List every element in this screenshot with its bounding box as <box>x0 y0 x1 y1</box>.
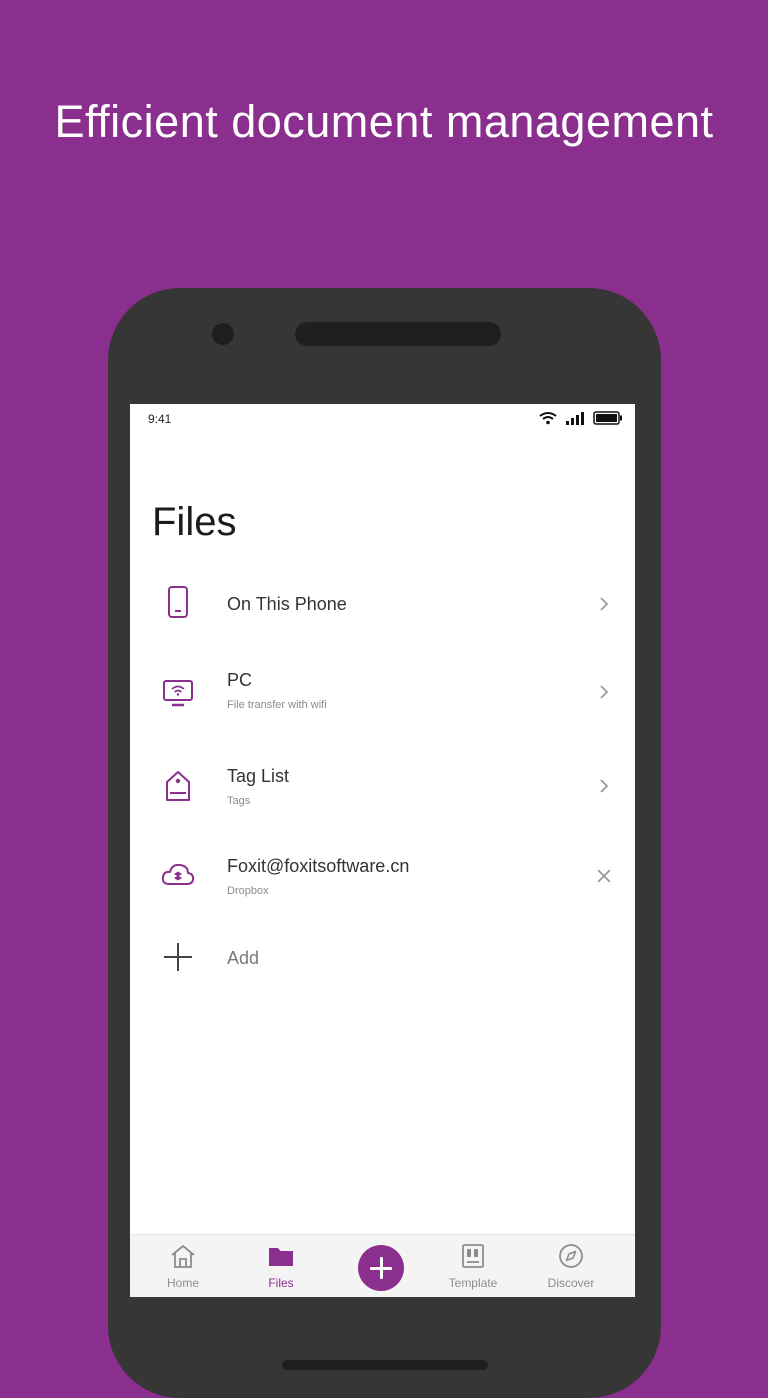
compass-icon <box>559 1244 583 1268</box>
tag-icon <box>166 771 190 801</box>
status-bar: 9:41 <box>130 404 635 434</box>
location-pc[interactable]: PC File transfer with wifi <box>130 654 635 734</box>
camera-dot <box>212 323 234 345</box>
folder-icon <box>269 1248 293 1266</box>
cloud-dropbox-icon <box>161 863 195 885</box>
plus-icon <box>164 943 192 971</box>
status-icons <box>539 411 623 425</box>
add-label: Add <box>227 948 260 968</box>
add-location-button[interactable]: Add <box>130 929 635 1009</box>
location-tag-list[interactable]: Tag List Tags <box>130 744 635 824</box>
location-title: PC <box>227 670 253 690</box>
template-icon <box>462 1244 484 1268</box>
promo-headline: Efficient document management <box>54 96 714 147</box>
nav-tab-files[interactable]: Files <box>236 1235 326 1297</box>
phone-icon <box>168 586 188 618</box>
speaker-grill <box>295 322 501 346</box>
nav-tab-discover[interactable]: Discover <box>526 1235 616 1297</box>
location-dropbox-account[interactable]: Foxit@foxitsoftware.cn Dropbox <box>130 834 635 914</box>
location-title: Foxit@foxitsoftware.cn <box>227 856 410 876</box>
bottom-nav: Home Files Template Discover <box>130 1234 635 1297</box>
location-subtitle: Tags <box>227 795 251 807</box>
phone-screen: 9:41 Files On This Phone PC File transfe… <box>130 404 635 1297</box>
create-fab-button[interactable] <box>358 1245 404 1291</box>
page-title: Files <box>152 500 237 544</box>
nav-tab-home[interactable]: Home <box>138 1235 228 1297</box>
phone-frame: 9:41 Files On This Phone PC File transfe… <box>108 288 661 1398</box>
location-subtitle: Dropbox <box>227 885 269 897</box>
status-time: 9:41 <box>148 412 172 426</box>
close-icon[interactable] <box>595 867 613 885</box>
signal-icon <box>566 412 584 425</box>
battery-icon <box>593 411 622 425</box>
nav-label: Home <box>166 1276 199 1290</box>
chevron-right-icon <box>600 685 609 699</box>
chevron-right-icon <box>600 779 609 793</box>
nav-label: Files <box>268 1276 294 1290</box>
location-title: On This Phone <box>227 594 347 614</box>
location-subtitle: File transfer with wifi <box>227 699 327 711</box>
location-on-this-phone[interactable]: On This Phone <box>130 564 635 644</box>
nav-tab-template[interactable]: Template <box>428 1235 518 1297</box>
monitor-icon <box>163 680 193 707</box>
chevron-right-icon <box>600 597 609 611</box>
home-icon <box>171 1245 195 1268</box>
nav-label: Template <box>448 1276 498 1290</box>
wifi-icon <box>539 412 557 425</box>
nav-label: Discover <box>547 1276 595 1290</box>
location-title: Tag List <box>227 766 290 786</box>
home-indicator <box>282 1360 488 1370</box>
